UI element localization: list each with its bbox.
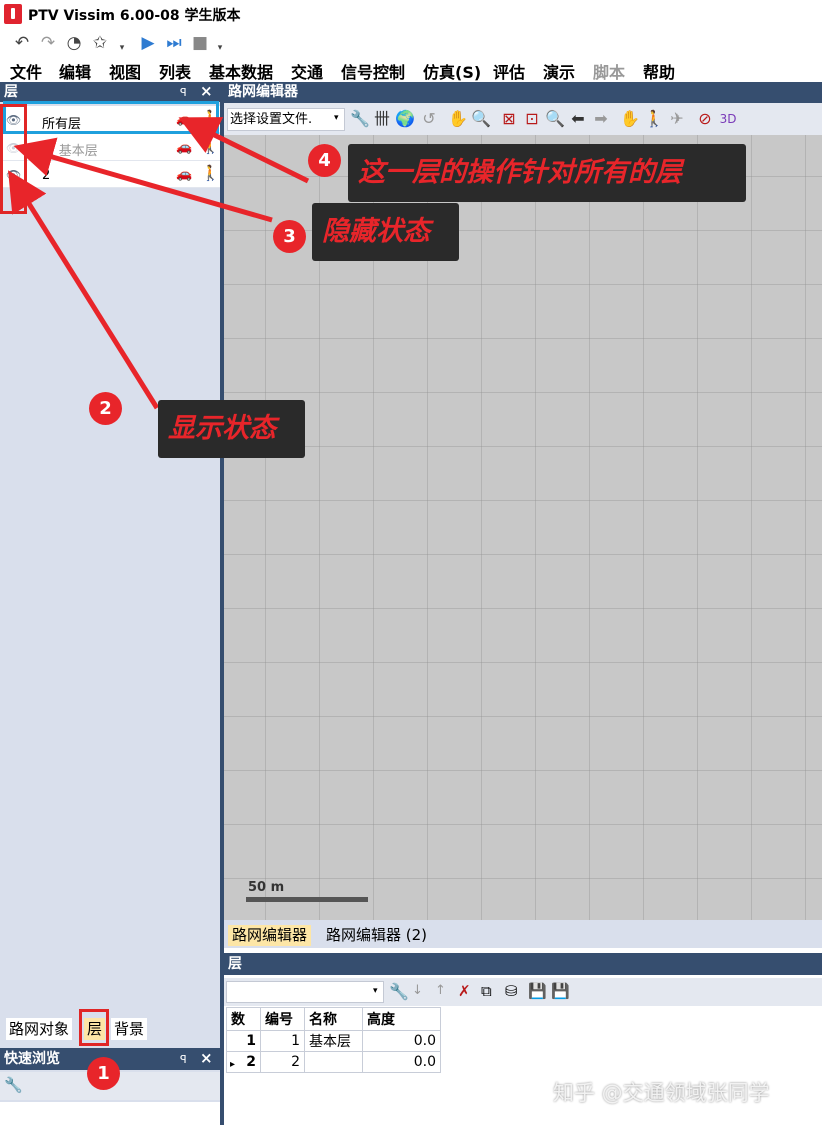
arrow-to-all-layers: [178, 117, 310, 184]
arrow-to-hidden-eye: [13, 137, 273, 223]
arrow-to-visible-eye: [8, 170, 160, 410]
badge-1: 1: [87, 1057, 120, 1090]
watermark: 知乎 @交通领域张同学: [553, 1081, 770, 1105]
callout-hidden: 隐藏状态: [312, 203, 459, 261]
badge-4: 4: [308, 144, 341, 177]
callout-all-layers: 这一层的操作针对所有的层: [348, 144, 746, 202]
badge-3: 3: [273, 220, 306, 253]
callout-visible: 显示状态: [158, 400, 305, 458]
badge-2: 2: [89, 392, 122, 425]
